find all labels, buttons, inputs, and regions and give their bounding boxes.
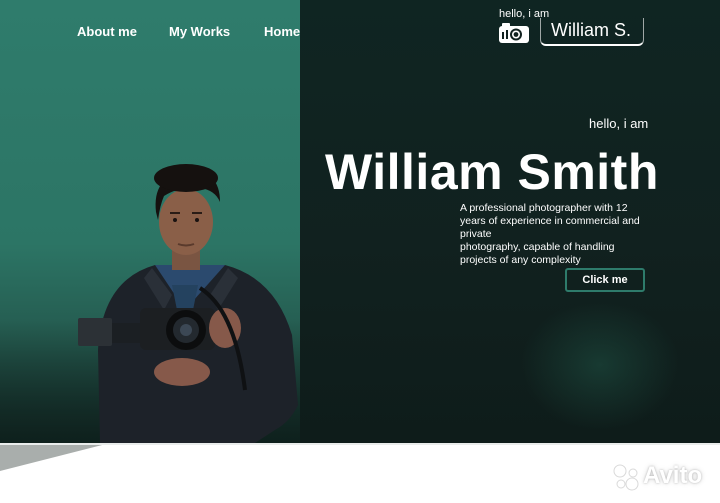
click-me-button[interactable]: Click me: [565, 268, 645, 292]
hero-description-line: photography, capable of handling: [460, 241, 615, 253]
hero-title: William Smith: [325, 144, 659, 200]
nav-home[interactable]: Home: [264, 24, 300, 39]
page: About me My Works Home hello, i am Willi…: [0, 0, 720, 503]
camera-icon: [499, 23, 529, 43]
nav-my-works[interactable]: My Works: [169, 24, 230, 39]
brand-name[interactable]: William S.: [551, 20, 631, 41]
nav-about-me[interactable]: About me: [77, 24, 137, 39]
hero-description-line: A professional photographer with 12: [460, 202, 628, 214]
hero-description: A professional photographer with 12 year…: [460, 202, 650, 267]
photographer-image: [78, 164, 298, 443]
hero-greeting: hello, i am: [589, 116, 649, 131]
watermark-text: Avito: [643, 462, 703, 489]
hero-description-line: years of experience in commercial and: [460, 215, 640, 227]
hero-glow: [520, 300, 680, 430]
hero-description-line: projects of any complexity: [460, 254, 581, 266]
hero-description-line: private: [460, 228, 492, 240]
